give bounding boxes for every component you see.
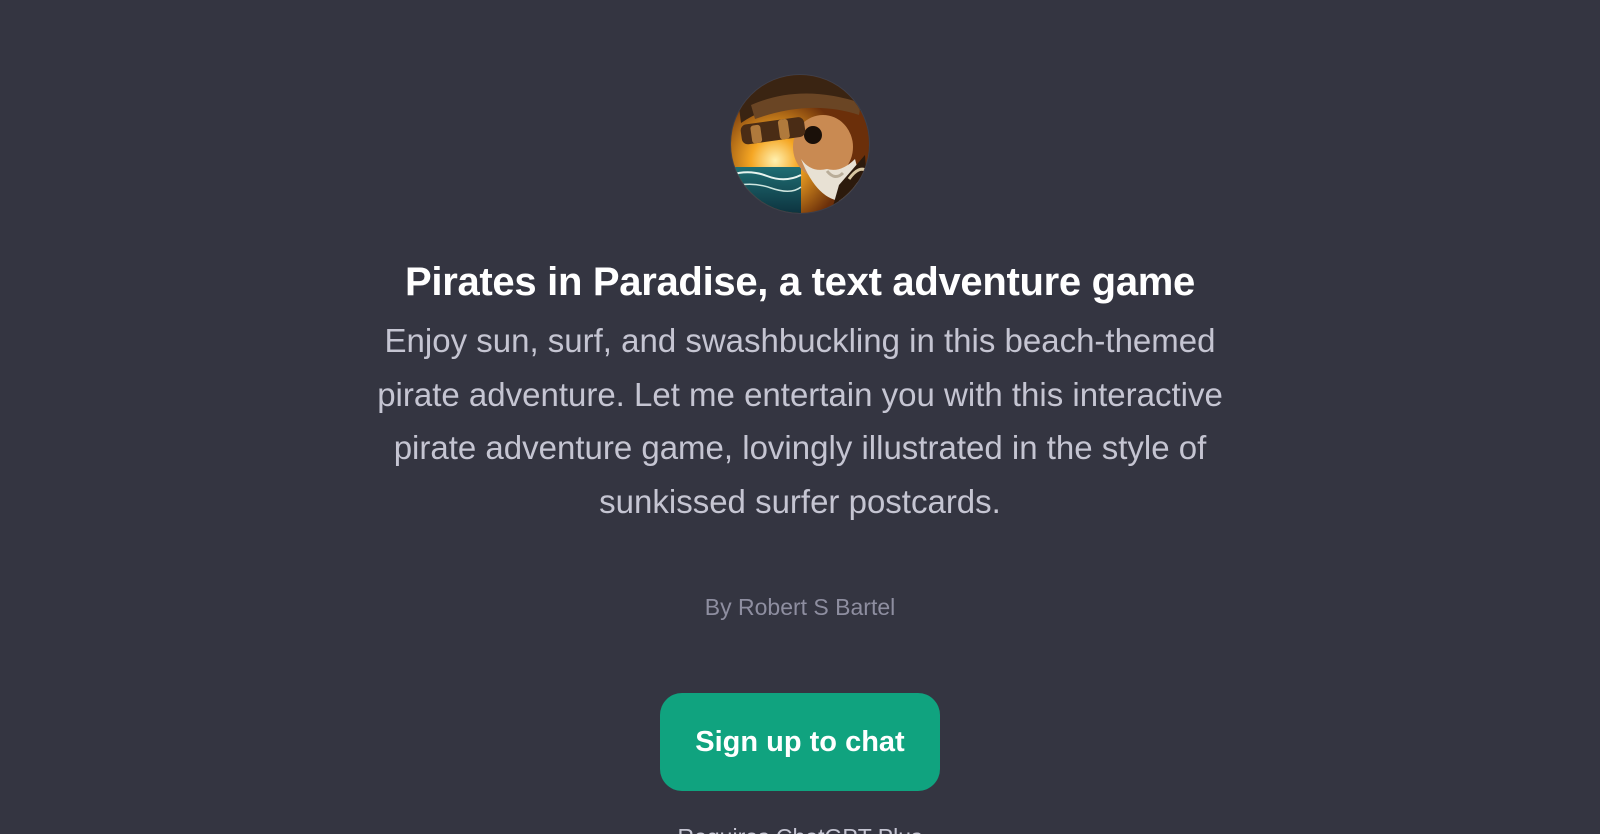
pirate-spyglass-avatar-icon [731,75,869,213]
sign-up-to-chat-button[interactable]: Sign up to chat [660,693,940,791]
gpt-description: Enjoy sun, surf, and swashbuckling in th… [377,322,1223,520]
gpt-author: By Robert S Bartel [704,594,896,620]
gpt-landing-page: Pirates in Paradise, a text adventure ga… [0,0,1600,834]
footer-note: Requires ChatGPT Plus [0,822,1600,834]
gpt-title: Pirates in Paradise, a text adventure ga… [405,260,1195,304]
gpt-avatar [731,75,869,213]
